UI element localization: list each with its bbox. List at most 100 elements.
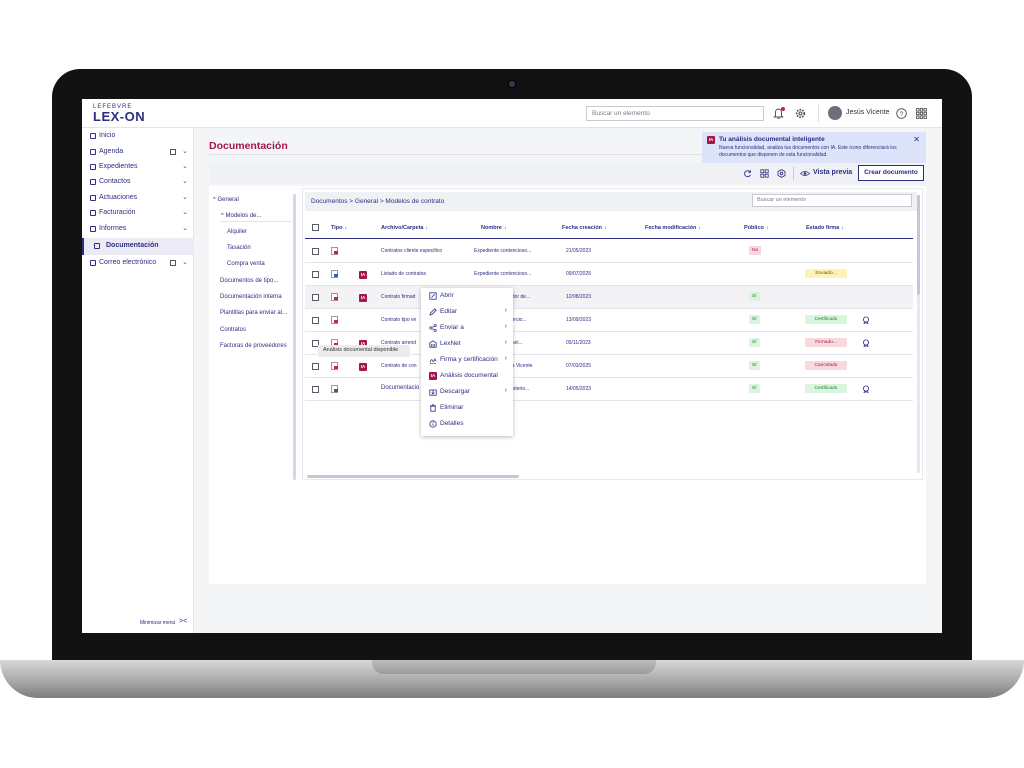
menu-item-detalles[interactable]: Detalles [421,416,513,432]
tree-item-contratos[interactable]: Contratos [220,327,246,333]
menu-item-enviar[interactable]: Enviar a › [421,320,513,336]
table-row[interactable]: IA Contrato de con na Vicente 07/03/2025… [305,355,913,378]
cell-archivo[interactable]: Contrato tipo ve [381,317,416,323]
sort-icon[interactable]: ↓ [426,225,429,231]
sidebar-item-actuaciones[interactable]: Actuaciones ⌄ [82,192,194,206]
sidebar-item-inicio[interactable]: Inicio [82,130,194,144]
svg-text:?: ? [900,111,904,118]
cell-archivo[interactable]: Contrato de con [381,363,417,369]
external-link-icon[interactable] [170,260,176,266]
menu-item-label: Editar [440,308,457,315]
gear-icon[interactable] [794,107,807,120]
ia-analysis-icon[interactable]: IA [359,294,367,302]
column-archivo[interactable]: Archivo/Carpeta ↓ [381,225,428,231]
column-tipo[interactable]: Tipo ↓ [331,225,347,231]
menu-item-lexnet[interactable]: LexNet › [421,336,513,352]
panel-search-input[interactable]: Buscar un elemento [752,194,912,207]
close-icon[interactable]: ✕ [913,135,920,144]
global-search-input[interactable]: Buscar un elemento [586,106,764,121]
certificate-icon[interactable] [862,385,870,393]
cell-fecha: 07/03/2025 [566,363,592,369]
tree-item-compra-venta[interactable]: Compra venta [227,261,265,267]
column-estado-firma[interactable]: Estado firma ↓ [806,225,844,231]
ia-analysis-icon[interactable]: IA [359,363,367,371]
row-checkbox[interactable] [312,386,319,393]
menu-item-editar[interactable]: Editar › [421,304,513,320]
cell-archivo[interactable]: Contratos cliente especifico [381,248,442,254]
apps-grid-icon[interactable] [915,107,928,120]
sort-icon[interactable]: ↓ [504,225,507,231]
menu-item-analisis-documental[interactable]: IA Análisis documental [421,368,513,384]
row-checkbox[interactable] [312,363,319,370]
tree-item-documentacion-interna[interactable]: Documentación interna [220,294,282,300]
tree-scrollbar[interactable] [293,194,296,480]
chevron-down-icon[interactable]: ⌄ [182,193,188,201]
avatar[interactable] [828,106,842,120]
sort-icon[interactable]: ↓ [345,225,348,231]
chevron-down-icon[interactable]: ⌄ [182,162,188,170]
sort-icon[interactable]: ↓ [841,225,844,231]
sidebar-item-facturacion[interactable]: Facturación ⌄ [82,207,194,221]
sidebar-item-contactos[interactable]: Contactos ⌄ [82,176,194,190]
certificate-icon[interactable] [862,316,870,324]
vertical-scrollbar[interactable] [917,195,920,295]
tree-item-tasacion[interactable]: Tasación [227,245,251,251]
collapse-icon[interactable]: >< [179,618,187,625]
column-fecha-modificacion[interactable]: Fecha modificación ↓ [645,225,701,231]
help-icon[interactable]: ? [895,107,908,120]
refresh-icon[interactable] [743,169,752,178]
menu-item-firma[interactable]: Firma y certificación › [421,352,513,368]
tree-item-facturas-proveedores[interactable]: Facturas de proveedores [220,343,287,349]
sort-icon[interactable]: ↓ [766,225,769,231]
create-document-button[interactable]: Crear documento [858,165,924,181]
select-all-checkbox[interactable] [312,224,319,231]
sidebar-item-expedientes[interactable]: Expedientes ⌄ [82,161,194,175]
menu-item-abrir[interactable]: Abrir [421,288,513,304]
chevron-down-icon[interactable]: ⌄ [182,208,188,216]
table-row[interactable]: Contrato tipo ve vorcio... 13/09/2023 Sí… [305,309,913,332]
tree-item-plantillas[interactable]: Plantillas para enviar al... [220,310,287,316]
tree-item-modelos[interactable]: ^ Modelos de... [221,213,262,219]
menu-item-eliminar[interactable]: Eliminar [421,400,513,416]
table-row[interactable]: IA Listado de contratos Expediente conte… [305,263,913,286]
grid-view-icon[interactable] [760,169,769,178]
cell-archivo[interactable]: Documentacio [381,385,419,391]
tree-item-general[interactable]: ^ General [213,197,239,203]
settings-hex-icon[interactable] [777,169,786,178]
eye-icon[interactable] [800,169,810,178]
tree-item-documentos-tipo[interactable]: Documentos de tipo... [220,278,278,284]
chevron-down-icon[interactable]: ⌄ [182,177,188,185]
chevron-down-icon[interactable]: ⌄ [182,147,188,155]
chevron-down-icon[interactable]: ⌄ [182,224,188,232]
column-nombre[interactable]: Nombre ↓ [481,225,507,231]
cell-archivo[interactable]: Contrato firmad [381,294,415,300]
sidebar-item-agenda[interactable]: Agenda ⌄ [82,146,194,160]
chevron-right-icon: › [504,387,507,394]
sort-icon[interactable]: ↓ [698,225,701,231]
sidebar-item-informes[interactable]: Informes ⌄ [82,223,194,237]
row-checkbox[interactable] [312,294,319,301]
column-fecha-creacion[interactable]: Fecha creación ↓ [562,225,607,231]
tree-item-alquiler[interactable]: Alquiler [227,229,247,235]
cell-archivo[interactable]: Listado de contratos [381,271,426,277]
certificate-icon[interactable] [862,339,870,347]
table-row[interactable]: Documentacio nisterio... 14/05/2023 Sí C… [305,378,913,401]
horizontal-scrollbar[interactable] [307,475,519,478]
row-checkbox[interactable] [312,271,319,278]
row-checkbox[interactable] [312,317,319,324]
sidebar-item-correo[interactable]: Correo electrónico ⌄ [82,257,194,271]
chevron-down-icon[interactable]: ⌄ [182,258,188,266]
minimize-menu-label[interactable]: Minimizar menú [140,620,175,626]
user-name[interactable]: Jesús Vicente [846,109,889,116]
preview-button[interactable]: Vista previa [813,169,852,176]
sort-icon[interactable]: ↓ [604,225,607,231]
external-link-icon[interactable] [170,149,176,155]
row-checkbox[interactable] [312,248,319,255]
ia-analysis-icon[interactable]: IA [359,271,367,279]
table-row[interactable]: Contratos cliente especifico Expediente … [305,240,913,263]
sidebar-item-documentacion[interactable]: Documentación [82,238,194,255]
table-row[interactable]: IA Contrato firmad ador de... 12/08/2023… [305,286,913,309]
menu-item-descargar[interactable]: Descargar › [421,384,513,400]
column-publico[interactable]: Público ↓ [744,225,769,231]
logo[interactable]: LEX-ON [93,109,145,124]
